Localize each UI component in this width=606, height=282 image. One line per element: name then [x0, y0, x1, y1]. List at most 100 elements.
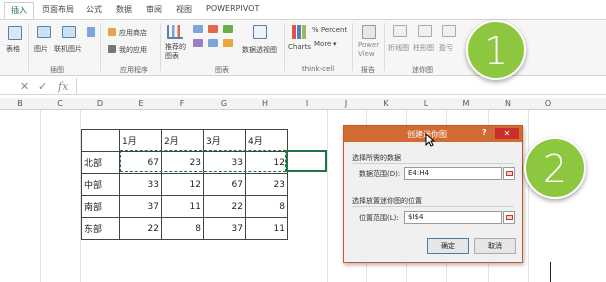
- column-header-m[interactable]: M: [446, 99, 486, 108]
- table-cell[interactable]: 33: [119, 173, 162, 196]
- line-sparkline-button[interactable]: 折线图: [388, 43, 409, 53]
- tab-view[interactable]: 视图: [176, 4, 192, 15]
- column-header-f[interactable]: F: [162, 99, 202, 108]
- shapes-icon: [87, 27, 95, 37]
- ok-button[interactable]: 确定: [427, 238, 469, 254]
- winloss-sparkline-button[interactable]: 盈亏: [439, 43, 453, 53]
- row-label[interactable]: 南部: [81, 195, 120, 218]
- location-range-picker-icon[interactable]: [503, 211, 515, 224]
- table-cell[interactable]: 8: [245, 195, 288, 218]
- my-apps-button[interactable]: 我的应用: [119, 45, 147, 55]
- cancel-button[interactable]: 取消: [474, 238, 516, 254]
- table-cell[interactable]: 12: [161, 173, 204, 196]
- mouse-cursor-icon: [425, 133, 435, 147]
- ribbon-tab-bar: 插入 页面布局 公式 数据 审阅 视图 POWERPIVOT: [0, 0, 606, 19]
- percent-button[interactable]: % Percent: [312, 26, 347, 34]
- online-picture-button[interactable]: 联机图片: [54, 44, 82, 54]
- table-cell[interactable]: 11: [161, 195, 204, 218]
- location-range-input[interactable]: $I$4: [404, 211, 502, 224]
- more-button[interactable]: More: [314, 40, 331, 48]
- table-cell[interactable]: 22: [119, 217, 162, 240]
- cancel-icon[interactable]: ✕: [20, 80, 29, 93]
- area-chart-icon: [208, 39, 218, 47]
- picture-button[interactable]: 图片: [34, 44, 48, 54]
- column-sparkline-icon: [418, 25, 432, 37]
- fx-icon[interactable]: fx: [58, 80, 68, 93]
- recommended-charts-icon: [167, 25, 183, 39]
- table-cell[interactable]: 67: [203, 173, 246, 196]
- column-header-i[interactable]: I: [287, 99, 327, 108]
- group-illustrations-label: 插图: [50, 66, 64, 74]
- scatter-chart-icon: [223, 39, 233, 47]
- group-charts-label: 图表: [215, 66, 229, 74]
- data-range-label: 数据范围(D):: [359, 170, 401, 178]
- formula-bar: ✕ ✓ fx: [0, 78, 606, 95]
- column-header-k[interactable]: K: [366, 99, 406, 108]
- step-badge-2: 2: [524, 137, 586, 199]
- group-reports-label: 报告: [361, 66, 375, 74]
- enter-icon[interactable]: ✓: [38, 80, 47, 93]
- table-icon: [8, 26, 22, 40]
- section-location-label: 选择放置迷你图的位置: [352, 197, 422, 205]
- column-header-g[interactable]: G: [204, 99, 244, 108]
- tab-formulas[interactable]: 公式: [86, 4, 102, 15]
- column-sparkline-button[interactable]: 柱形图: [413, 43, 434, 53]
- column-header-l[interactable]: L: [406, 99, 446, 108]
- tab-page-layout[interactable]: 页面布局: [42, 4, 74, 15]
- charts-button[interactable]: Charts: [288, 43, 311, 51]
- column-header-b[interactable]: B: [0, 99, 40, 108]
- power-view-button[interactable]: Power View: [358, 41, 379, 59]
- column-header-c[interactable]: C: [40, 99, 80, 108]
- table-row: 中部 33 12 67 23: [81, 173, 288, 196]
- store-icon: [108, 28, 116, 36]
- header-jan[interactable]: 1月: [119, 129, 162, 152]
- table-row: 南部 37 11 22 8: [81, 195, 288, 218]
- column-header-h[interactable]: H: [245, 99, 285, 108]
- my-apps-icon: [108, 45, 116, 53]
- group-apps-label: 应用程序: [120, 66, 148, 74]
- header-feb[interactable]: 2月: [161, 129, 204, 152]
- formula-input[interactable]: [76, 78, 606, 94]
- close-button[interactable]: ✕: [495, 128, 519, 139]
- header-apr[interactable]: 4月: [245, 129, 288, 152]
- bar-chart-icon: [193, 39, 203, 47]
- column-header-row: B C D E F G H I J K L M N O: [0, 98, 606, 110]
- table-cell[interactable]: 22: [203, 195, 246, 218]
- tab-powerpivot[interactable]: POWERPIVOT: [206, 4, 259, 13]
- data-range-picker-icon[interactable]: [503, 167, 515, 180]
- tab-review[interactable]: 审阅: [146, 4, 162, 15]
- recommended-charts-button[interactable]: 推荐的 图表: [165, 43, 186, 61]
- table-button[interactable]: 表格: [6, 44, 20, 54]
- table-corner-cell[interactable]: [81, 129, 120, 152]
- header-mar[interactable]: 3月: [203, 129, 246, 152]
- line-sparkline-icon: [393, 25, 407, 37]
- line-chart-icon: [208, 25, 218, 33]
- row-label[interactable]: 北部: [81, 151, 120, 174]
- table-cell[interactable]: 37: [203, 217, 246, 240]
- group-thinkcell-label: think-cell: [302, 65, 335, 73]
- tab-insert[interactable]: 插入: [4, 2, 34, 19]
- table-cell[interactable]: 23: [245, 173, 288, 196]
- data-range-input[interactable]: E4:H4: [404, 167, 502, 180]
- column-header-o[interactable]: O: [528, 99, 568, 108]
- table-row: 东部 22 8 37 11: [81, 217, 288, 240]
- column-header-n[interactable]: N: [488, 99, 528, 108]
- column-header-e[interactable]: E: [121, 99, 161, 108]
- active-cell-i4[interactable]: [286, 150, 327, 172]
- table-cell[interactable]: 8: [161, 217, 204, 240]
- pie-chart-icon: [223, 25, 233, 33]
- row-label[interactable]: 中部: [81, 173, 120, 196]
- app-store-button[interactable]: 应用商店: [119, 28, 147, 38]
- tab-data[interactable]: 数据: [116, 4, 132, 15]
- help-icon[interactable]: ?: [482, 128, 487, 137]
- row-label[interactable]: 东部: [81, 217, 120, 240]
- column-header-d[interactable]: D: [80, 99, 120, 108]
- section-data-label: 选择所需的数据: [352, 154, 401, 162]
- column-header-j[interactable]: J: [326, 99, 366, 108]
- table-cell[interactable]: 37: [119, 195, 162, 218]
- online-picture-icon: [62, 26, 76, 38]
- thinkcell-charts-icon: [292, 25, 306, 39]
- more-dropdown-icon[interactable]: ▾: [333, 40, 337, 48]
- pivot-chart-button[interactable]: 数据透视图: [242, 45, 277, 55]
- table-cell[interactable]: 11: [245, 217, 288, 240]
